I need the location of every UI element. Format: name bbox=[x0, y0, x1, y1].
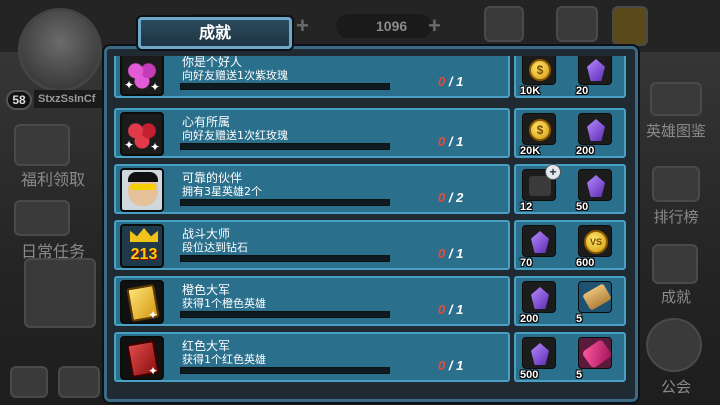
player-avatar[interactable] bbox=[18, 8, 102, 92]
achievement-row: ✦ 红色大军 获得1个红色英雄 0 / 1 500 5 bbox=[114, 332, 628, 382]
achievement-desc: 向好友赠送1次红玫瑰 bbox=[182, 129, 288, 142]
reward-item: 5 bbox=[576, 337, 620, 381]
reward-box: $10K 20 bbox=[514, 56, 626, 98]
achievement-desc: 向好友赠送1次紫玫瑰 bbox=[182, 69, 288, 82]
reward-item: 70 bbox=[520, 225, 564, 269]
reward-item: 20 bbox=[576, 56, 620, 97]
reward-item: 500 bbox=[520, 337, 564, 381]
progress-count: 0 / 1 bbox=[438, 74, 464, 89]
red-roses-icon: ✦ ✦ bbox=[120, 112, 164, 156]
purple-gem-icon bbox=[578, 56, 612, 85]
gift-box-icon[interactable] bbox=[14, 124, 70, 166]
achievement-row: ✦ ✦ 心有所属 向好友赠送1次红玫瑰 0 / 1 $20K 200 bbox=[114, 108, 628, 158]
scroll-icon bbox=[578, 281, 612, 313]
progress-bar bbox=[180, 367, 390, 374]
reward-item: 5 bbox=[576, 281, 620, 325]
red-card-icon: ✦ bbox=[120, 336, 164, 380]
panel-title: 成就 bbox=[138, 17, 292, 49]
menu-welfare[interactable]: 福利领取 bbox=[0, 166, 106, 190]
orange-card-icon: ✦ bbox=[120, 280, 164, 324]
achievement-list[interactable]: ✦ ✦ 你是个好人 向好友赠送1次紫玫瑰 0 / 1 $10K 20 ✦ ✦ 心有所… bbox=[112, 56, 630, 398]
reward-item: +12 bbox=[520, 164, 564, 213]
reward-item: $20K bbox=[520, 113, 564, 157]
expand-arrow-icon[interactable] bbox=[612, 6, 648, 46]
reward-item: 200 bbox=[520, 281, 564, 325]
add-coins-button[interactable]: + bbox=[296, 15, 309, 37]
purple-gem-icon bbox=[522, 225, 556, 257]
progress-count: 0 / 1 bbox=[438, 134, 464, 149]
announcement-icon[interactable] bbox=[484, 6, 524, 42]
achievement-desc: 段位达到钻石 bbox=[182, 241, 248, 254]
add-gems-button[interactable]: + bbox=[428, 15, 441, 37]
shop-icon[interactable] bbox=[24, 258, 96, 328]
gold-coin-icon: $ bbox=[522, 56, 556, 85]
menu-hero-guide[interactable]: 英雄图鉴 bbox=[632, 120, 720, 141]
purple-roses-icon: ✦ ✦ bbox=[120, 56, 164, 96]
reward-box: 200 5 bbox=[514, 276, 626, 326]
progress-bar bbox=[180, 83, 390, 90]
achievement-row: 213 战斗大师 段位达到钻石 0 / 1 70 VS 600 bbox=[114, 220, 628, 270]
reward-box: 70 VS 600 bbox=[514, 220, 626, 270]
progress-count: 0 / 1 bbox=[438, 358, 464, 373]
task-book-icon[interactable] bbox=[14, 200, 70, 236]
reward-item: $10K bbox=[520, 56, 564, 97]
progress-count: 0 / 1 bbox=[438, 302, 464, 317]
menu-guild[interactable]: 公会 bbox=[632, 376, 720, 397]
achievement-desc: 获得1个橙色英雄 bbox=[182, 297, 266, 310]
hero-face-icon bbox=[120, 168, 164, 212]
purple-gem-icon bbox=[578, 169, 612, 201]
reward-box: +12 50 bbox=[514, 164, 626, 214]
reward-item: VS 600 bbox=[576, 225, 620, 269]
mail-icon[interactable] bbox=[58, 366, 100, 398]
menu-achievements[interactable]: 成就 bbox=[632, 286, 720, 307]
achievement-row: ✦ ✦ 你是个好人 向好友赠送1次紫玫瑰 0 / 1 $10K 20 bbox=[114, 56, 628, 98]
progress-bar bbox=[180, 311, 390, 318]
achievement-row: 可靠的伙伴 拥有3星英雄2个 0 / 2 +12 50 bbox=[114, 164, 628, 214]
crown-podium-icon: 213 bbox=[120, 224, 164, 268]
menu-ranking[interactable]: 排行榜 bbox=[632, 206, 720, 227]
gold-coin-icon: $ bbox=[522, 113, 556, 145]
reward-item: 200 bbox=[576, 113, 620, 157]
progress-bar bbox=[180, 199, 390, 206]
player-level-badge: 58 bbox=[6, 90, 32, 110]
purple-gem-icon bbox=[522, 337, 556, 369]
ranking-icon[interactable] bbox=[652, 166, 700, 202]
friends-icon[interactable] bbox=[10, 366, 48, 398]
purple-gem-icon bbox=[578, 113, 612, 145]
guild-emblem-icon[interactable] bbox=[646, 318, 702, 372]
gem-resource-box: 1096 bbox=[336, 14, 432, 38]
reward-box: $20K 200 bbox=[514, 108, 626, 158]
rocket-icon bbox=[578, 337, 612, 369]
vs-coin-icon: VS bbox=[578, 225, 612, 257]
achievement-desc: 拥有3星英雄2个 bbox=[182, 185, 262, 198]
achievement-row: ✦ 橙色大军 获得1个橙色英雄 0 / 1 200 5 bbox=[114, 276, 628, 326]
progress-bar bbox=[180, 255, 390, 262]
progress-count: 0 / 2 bbox=[438, 190, 464, 205]
gem-count: 1096 bbox=[376, 18, 408, 34]
hero-card-icon: + bbox=[522, 164, 561, 201]
player-name: StxzSsInCf bbox=[34, 90, 106, 108]
achievement-desc: 获得1个红色英雄 bbox=[182, 353, 266, 366]
event-icon[interactable] bbox=[556, 6, 598, 42]
reward-item: 50 bbox=[576, 169, 620, 213]
progress-count: 0 / 1 bbox=[438, 246, 464, 261]
reward-box: 500 5 bbox=[514, 332, 626, 382]
achievement-trophy-icon[interactable] bbox=[652, 244, 698, 284]
hero-guide-icon[interactable] bbox=[650, 82, 702, 116]
purple-gem-icon bbox=[522, 281, 556, 313]
progress-bar bbox=[180, 143, 390, 150]
